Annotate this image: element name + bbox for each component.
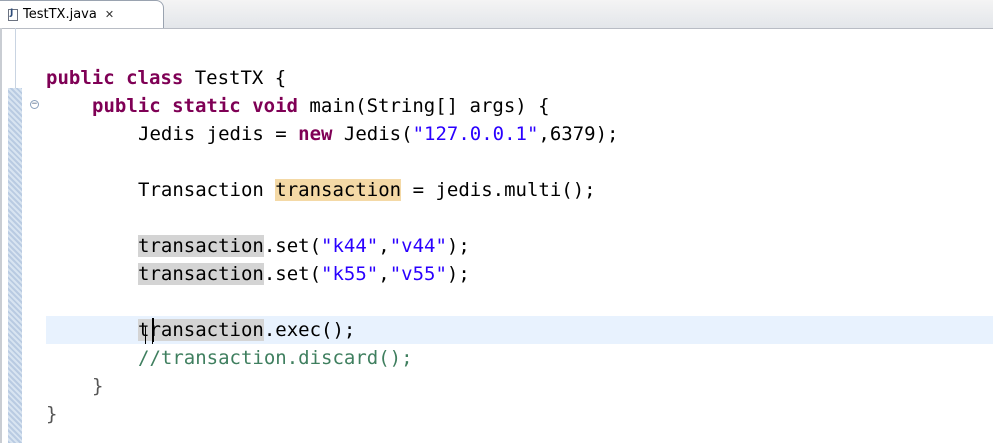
code-editor[interactable]: public class TestTX { public static void… <box>46 28 993 443</box>
left-ruler <box>8 88 22 443</box>
code-line-transaction: Transaction transaction = jedis.multi(); <box>138 179 596 201</box>
code-line-comment: //transaction.discard(); <box>138 347 413 369</box>
code-line-class: public class TestTX { <box>46 67 287 89</box>
java-file-icon <box>8 8 18 21</box>
close-icon[interactable]: ✕ <box>105 9 114 20</box>
code-line-set-k44: transaction.set("k44","v44"); <box>138 235 470 257</box>
code-line-close-method: } <box>92 375 104 397</box>
window-edge <box>0 28 2 443</box>
tab-title: TestTX.java <box>23 7 97 22</box>
code-line-main: public static void main(String[] args) { <box>92 95 550 117</box>
fold-collapse-icon[interactable]: − <box>30 100 39 109</box>
code-line-set-k55: transaction.set("k55","v55"); <box>138 263 470 285</box>
code-line-jedis: Jedis jedis = new Jedis("127.0.0.1",6379… <box>138 123 619 145</box>
code-line-close-class: } <box>46 403 58 425</box>
tab-testtx-java[interactable]: TestTX.java ✕ <box>0 0 164 28</box>
code-line-exec: transaction.exec(); <box>138 319 356 341</box>
ruler-line <box>15 28 16 88</box>
occurrence-highlight: transaction <box>275 179 402 201</box>
ibeam-cursor-icon <box>145 326 153 344</box>
editor-tab-bar: TestTX.java ✕ <box>0 0 993 29</box>
